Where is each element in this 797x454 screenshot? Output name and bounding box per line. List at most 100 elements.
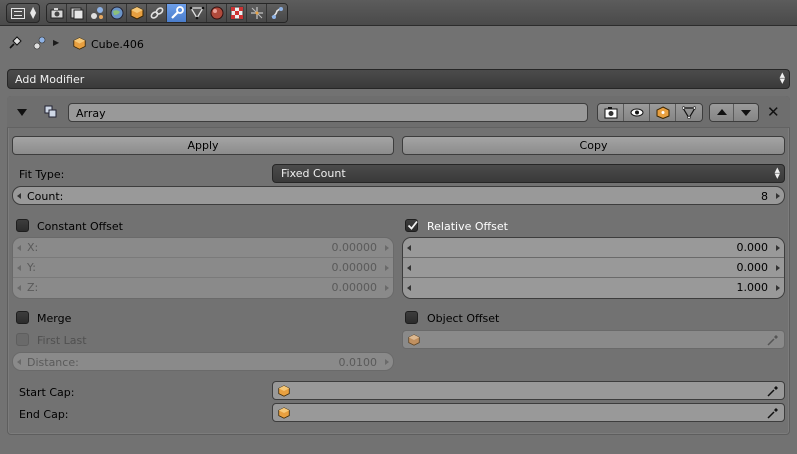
- increment-arrow-icon[interactable]: [776, 265, 780, 271]
- collapse-triangle-icon[interactable]: [17, 109, 27, 116]
- tab-modifiers[interactable]: [167, 4, 187, 22]
- tab-material[interactable]: [207, 4, 227, 22]
- tab-object[interactable]: [127, 4, 147, 22]
- arrow-up-icon: [717, 109, 727, 115]
- increment-arrow-icon[interactable]: [776, 193, 780, 199]
- vertex-triangle-icon: [682, 106, 696, 119]
- increment-arrow-icon[interactable]: [385, 265, 389, 271]
- chevron-updown-icon: ▲ ▼: [774, 166, 780, 180]
- object-icon: [130, 6, 144, 20]
- relative-offset-y-field[interactable]: 0.000: [403, 258, 784, 278]
- constant-offset-x-value: 0.00000: [331, 241, 378, 254]
- first-last-checkbox[interactable]: [16, 333, 29, 346]
- start-cap-field[interactable]: [272, 381, 785, 400]
- decrement-arrow-icon[interactable]: [17, 359, 21, 365]
- tab-constraints[interactable]: [147, 4, 167, 22]
- decrement-arrow-icon[interactable]: [407, 245, 411, 251]
- decrement-arrow-icon[interactable]: [17, 245, 21, 251]
- render-layers-icon: [70, 7, 84, 20]
- constant-offset-vector: X: 0.00000 Y: 0.00000 Z: 0.00000: [12, 237, 394, 299]
- modifier-visibility-toggles: [597, 103, 703, 122]
- relative-offset-z-value: 1.000: [736, 281, 769, 294]
- viewport-toggle-button[interactable]: [624, 104, 650, 121]
- modifier-name-field[interactable]: Array: [68, 103, 588, 122]
- end-cap-field[interactable]: [272, 403, 785, 422]
- eyedropper-icon[interactable]: [766, 384, 780, 398]
- texture-icon: [230, 6, 244, 20]
- decrement-arrow-icon[interactable]: [407, 265, 411, 271]
- decrement-arrow-icon[interactable]: [17, 265, 21, 271]
- render-icon: [50, 8, 64, 19]
- merge-label: Merge: [37, 312, 72, 325]
- constant-offset-z-field[interactable]: Z: 0.00000: [13, 278, 393, 298]
- decrement-arrow-icon[interactable]: [407, 285, 411, 291]
- editor-type-menu[interactable]: ▲ ▼: [6, 3, 40, 23]
- modifiers-wrench-icon: [171, 6, 184, 19]
- increment-arrow-icon[interactable]: [776, 245, 780, 251]
- cage-toggle-button[interactable]: [676, 104, 702, 121]
- relative-offset-vector: 0.000 0.000 1.000: [402, 237, 785, 299]
- distance-label: Distance:: [27, 356, 79, 369]
- relative-offset-z-field[interactable]: 1.000: [403, 278, 784, 298]
- eyedropper-icon[interactable]: [766, 333, 780, 347]
- pin-icon[interactable]: [8, 36, 22, 50]
- decrement-arrow-icon[interactable]: [17, 193, 21, 199]
- increment-arrow-icon[interactable]: [385, 285, 389, 291]
- properties-editor-icon: [11, 8, 25, 19]
- remove-modifier-close-icon[interactable]: ✕: [767, 104, 780, 120]
- camera-icon: [604, 107, 618, 119]
- tab-render[interactable]: [47, 4, 67, 22]
- chevron-updown-icon: ▲ ▼: [779, 71, 785, 85]
- axis-y-label: Y:: [27, 261, 36, 274]
- physics-icon: [271, 7, 283, 19]
- tab-world[interactable]: [107, 4, 127, 22]
- eyedropper-icon[interactable]: [766, 406, 780, 420]
- increment-arrow-icon[interactable]: [776, 285, 780, 291]
- tab-particles[interactable]: [247, 4, 267, 22]
- apply-button[interactable]: Apply: [12, 136, 394, 155]
- count-field[interactable]: Count: 8: [12, 186, 785, 205]
- editmode-toggle-button[interactable]: [650, 104, 676, 121]
- axis-z-label: Z:: [27, 281, 39, 294]
- object-cube-icon: [73, 37, 86, 50]
- material-icon: [210, 6, 224, 20]
- relative-offset-y-value: 0.000: [736, 261, 769, 274]
- increment-arrow-icon[interactable]: [385, 359, 389, 365]
- add-modifier-menu[interactable]: Add Modifier ▲ ▼: [7, 69, 790, 89]
- fit-type-value: Fixed Count: [281, 167, 346, 180]
- count-label: Count:: [27, 190, 64, 203]
- move-down-button[interactable]: [734, 104, 758, 121]
- tab-data[interactable]: [187, 4, 207, 22]
- tab-physics[interactable]: [267, 4, 287, 22]
- decrement-arrow-icon[interactable]: [17, 285, 21, 291]
- breadcrumb-arrow-icon: ▶: [53, 38, 60, 47]
- distance-field[interactable]: Distance: 0.0100: [12, 352, 394, 371]
- constraints-icon: [150, 7, 164, 19]
- constant-offset-checkbox[interactable]: [16, 219, 29, 232]
- tab-texture[interactable]: [227, 4, 247, 22]
- constant-offset-y-value: 0.00000: [331, 261, 378, 274]
- render-toggle-button[interactable]: [598, 104, 624, 121]
- context-tabs: [46, 3, 288, 23]
- modifier-move-buttons: [709, 103, 759, 122]
- move-up-button[interactable]: [710, 104, 734, 121]
- increment-arrow-icon[interactable]: [385, 245, 389, 251]
- relative-offset-x-field[interactable]: 0.000: [403, 238, 784, 258]
- object-cube-icon: [278, 407, 290, 419]
- merge-checkbox[interactable]: [16, 311, 29, 324]
- constant-offset-y-field[interactable]: Y: 0.00000: [13, 258, 393, 278]
- chevron-updown-icon: ▲ ▼: [30, 5, 37, 20]
- scene-icon: [91, 7, 103, 19]
- relative-offset-checkbox[interactable]: [405, 219, 418, 232]
- fit-type-dropdown[interactable]: Fixed Count ▲ ▼: [272, 164, 785, 183]
- tab-scene[interactable]: [87, 4, 107, 22]
- constant-offset-x-field[interactable]: X: 0.00000: [13, 238, 393, 258]
- world-icon: [110, 6, 124, 20]
- tab-render-layers[interactable]: [67, 4, 87, 22]
- array-modifier-icon: [44, 105, 57, 118]
- offset-object-field[interactable]: [402, 330, 785, 349]
- object-offset-checkbox[interactable]: [405, 311, 418, 324]
- copy-button[interactable]: Copy: [402, 136, 785, 155]
- object-cube-icon: [408, 334, 420, 346]
- relative-offset-label: Relative Offset: [427, 220, 508, 233]
